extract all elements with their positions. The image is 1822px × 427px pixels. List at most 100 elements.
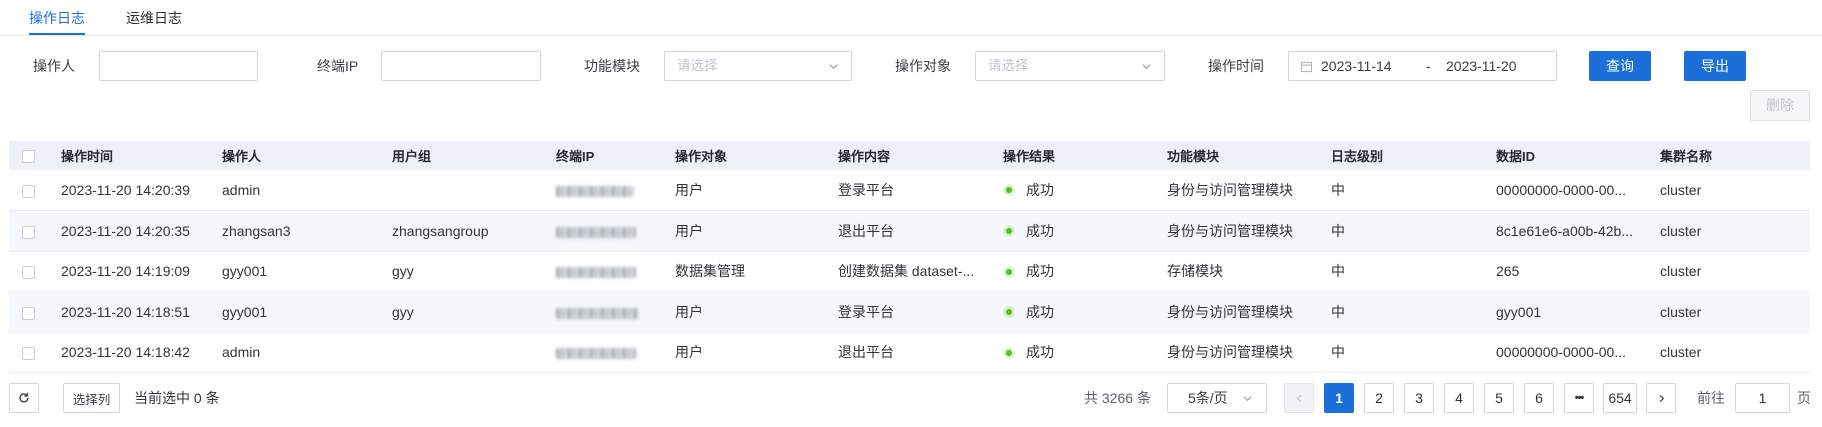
page-size-select[interactable]: 5条/页 [1167,383,1267,413]
result-cell: 成功 [989,170,1153,211]
page-button-6[interactable]: 6 [1524,383,1554,413]
column-header-level: 日志级别 [1317,141,1482,170]
cluster-cell: cluster [1646,332,1810,373]
prev-page-button[interactable] [1284,383,1314,413]
total-count: 共 3266 条 [1084,383,1151,413]
result-text: 成功 [1026,263,1054,280]
date-range-picker[interactable]: 2023-11-14 - 2023-11-20 [1288,51,1557,81]
next-page-button[interactable] [1646,383,1676,413]
more-pages-button[interactable]: ••• [1564,383,1594,413]
blurred-ip [556,348,636,360]
page-button-1[interactable]: 1 [1324,383,1354,413]
operator-cell: gyy001 [208,251,378,292]
selection-prefix: 当前选中 [134,390,190,406]
level-cell: 中 [1317,251,1482,292]
page-button-last[interactable]: 654 [1603,383,1637,413]
operator-label: 操作人 [33,58,75,74]
module-select[interactable]: 请选择 [664,51,852,81]
table-row: 2023-11-20 14:19:09 gyy001 gyy 数据集管理 创建数… [9,251,1810,292]
page-size-value: 5条/页 [1188,390,1228,406]
selection-count: 0 [193,390,202,406]
column-header-data-id: 数据ID [1482,141,1646,170]
row-checkbox[interactable] [21,306,35,320]
goto-suffix: 页 [1797,390,1811,406]
success-status-dot [1006,349,1012,356]
row-checkbox[interactable] [21,184,35,198]
data-id-cell: 00000000-0000-00... [1482,170,1646,211]
goto-label: 前往 [1697,390,1725,406]
table-row: 2023-11-20 14:20:35 zhangsan3 zhangsangr… [9,210,1810,252]
selection-suffix: 条 [205,390,220,406]
select-columns-button[interactable]: 选择列 [63,383,120,413]
row-checkbox[interactable] [21,225,35,239]
target-cell: 数据集管理 [661,251,824,292]
group-cell: gyy [378,251,542,292]
ip-cell [542,210,661,252]
target-label: 操作对象 [895,58,951,74]
total-suffix: 条 [1136,390,1151,406]
time-cell: 2023-11-20 14:18:42 [47,332,208,373]
total-number: 3266 [1101,390,1134,406]
content-cell: 退出平台 [824,210,989,252]
refresh-button[interactable] [9,383,39,413]
select-all-checkbox[interactable] [21,150,35,164]
module-select-placeholder: 请选择 [677,58,718,73]
result-cell: 成功 [989,332,1153,373]
column-header-time: 操作时间 [47,141,208,170]
query-button[interactable]: 查询 [1589,51,1651,81]
row-checkbox[interactable] [21,266,35,280]
total-prefix: 共 [1084,390,1098,406]
ip-cell [542,170,661,211]
operator-cell: admin [208,170,378,211]
date-start[interactable]: 2023-11-14 [1321,52,1392,80]
export-button[interactable]: 导出 [1684,51,1746,81]
result-text: 成功 [1026,222,1054,239]
time-label: 操作时间 [1208,58,1264,74]
table-row: 2023-11-20 14:18:51 gyy001 gyy 用户 登录平台 成… [9,291,1810,333]
column-header-group: 用户组 [378,141,542,170]
page-button-3[interactable]: 3 [1404,383,1434,413]
date-end[interactable]: 2023-11-20 [1446,52,1517,80]
group-cell: gyy [378,291,542,333]
time-cell: 2023-11-20 14:18:51 [47,291,208,333]
tab-operation-log[interactable]: 操作日志 [29,7,85,29]
blurred-ip [556,307,638,319]
result-text: 成功 [1026,303,1054,320]
tab-maintenance-log[interactable]: 运维日志 [126,7,182,29]
module-cell: 身份与访问管理模块 [1153,210,1317,252]
module-cell: 身份与访问管理模块 [1153,291,1317,333]
data-id-cell: gyy001 [1482,291,1646,333]
column-header-operator: 操作人 [208,141,378,170]
table-row: 2023-11-20 14:20:39 admin 用户 登录平台 成功 身份与… [9,170,1810,211]
success-status-dot [1006,187,1012,194]
operator-cell: admin [208,332,378,373]
operator-input[interactable] [99,51,258,81]
target-select[interactable]: 请选择 [975,51,1165,81]
data-id-cell: 00000000-0000-00... [1482,332,1646,373]
page-button-5[interactable]: 5 [1484,383,1514,413]
module-cell: 身份与访问管理模块 [1153,332,1317,373]
row-select-cell [9,170,47,211]
success-status-dot [1006,228,1012,235]
ip-cell [542,291,661,333]
delete-button[interactable]: 删除 [1750,90,1810,121]
page-button-4[interactable]: 4 [1444,383,1474,413]
group-cell [378,170,542,211]
blurred-ip [556,226,636,238]
content-cell: 登录平台 [824,291,989,333]
column-header-cluster: 集群名称 [1646,141,1810,170]
row-checkbox[interactable] [21,347,35,361]
table-row: 2023-11-20 14:18:42 admin 用户 退出平台 成功 身份与… [9,332,1810,373]
time-cell: 2023-11-20 14:20:35 [47,210,208,252]
column-header-module: 功能模块 [1153,141,1317,170]
target-cell: 用户 [661,210,824,252]
level-cell: 中 [1317,291,1482,333]
cluster-cell: cluster [1646,210,1810,252]
result-cell: 成功 [989,291,1153,333]
page-button-2[interactable]: 2 [1364,383,1394,413]
cluster-cell: cluster [1646,251,1810,292]
terminal-ip-input[interactable] [381,51,541,81]
goto-page-input[interactable] [1735,383,1790,413]
chevron-down-icon [829,64,838,70]
group-cell [378,332,542,373]
